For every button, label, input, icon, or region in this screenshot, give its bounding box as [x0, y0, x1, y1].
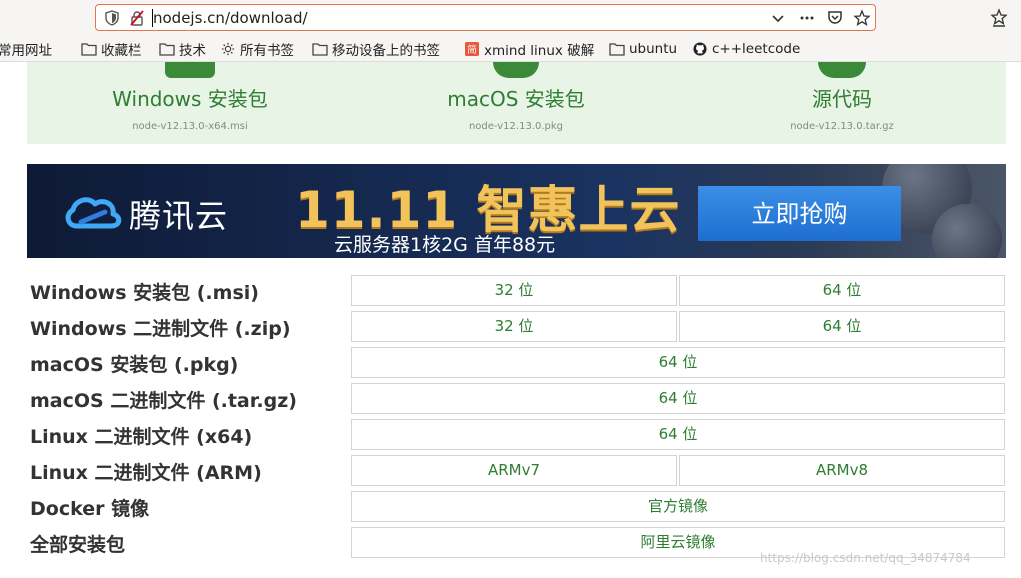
- download-link[interactable]: 64 位: [351, 383, 1005, 414]
- folder-icon: [609, 43, 625, 56]
- url-bar[interactable]: nodejs.cn/download/: [95, 4, 876, 31]
- download-source-code[interactable]: 源代码 node-v12.13.0.tar.gz: [679, 62, 1005, 144]
- bookmark-folder-ubuntu[interactable]: ubuntu: [609, 40, 677, 58]
- svg-text:简: 简: [467, 44, 477, 56]
- bookmark-label: 所有书签: [240, 43, 294, 59]
- table-row: Docker 镜像 官方镜像: [27, 491, 1006, 523]
- table-row: macOS 安装包 (.pkg) 64 位: [27, 347, 1006, 379]
- page-content: Windows 安装包 node-v12.13.0-x64.msi macOS …: [0, 62, 1021, 578]
- download-link[interactable]: 64 位: [679, 311, 1005, 342]
- folder-icon: [81, 43, 97, 56]
- download-link[interactable]: 64 位: [679, 275, 1005, 306]
- download-title: 源代码: [812, 87, 872, 111]
- bookmark-folder-tech[interactable]: 技术: [159, 40, 206, 59]
- download-link[interactable]: 官方镜像: [351, 491, 1005, 522]
- more-actions-icon[interactable]: [798, 9, 816, 27]
- bookmark-label: 移动设备上的书签: [332, 43, 440, 59]
- bookmark-label: 收藏栏: [101, 43, 142, 59]
- browser-toolbar: nodejs.cn/download/: [0, 0, 1021, 37]
- folder-icon: [312, 43, 328, 56]
- download-link[interactable]: 32 位: [351, 275, 677, 306]
- tencent-cloud-logo-icon: [65, 197, 122, 229]
- download-filename: node-v12.13.0-x64.msi: [132, 121, 248, 132]
- bookmark-label: 技术: [179, 43, 206, 59]
- banner-brand: 腾讯云: [129, 197, 229, 235]
- download-link[interactable]: 32 位: [351, 311, 677, 342]
- row-label: Linux 二进制文件 (x64): [30, 426, 253, 448]
- download-macos-installer[interactable]: macOS 安装包 node-v12.13.0.pkg: [353, 62, 679, 144]
- bookmarks-menu-icon[interactable]: [989, 8, 1009, 28]
- bookmark-label: c++leetcode: [712, 41, 801, 57]
- download-link[interactable]: ARMv8: [679, 455, 1005, 486]
- table-row: Linux 二进制文件 (ARM) ARMv7 ARMv8: [27, 455, 1006, 487]
- bookmark-label: 常用网址: [0, 43, 52, 59]
- insecure-lock-icon[interactable]: [129, 10, 145, 26]
- row-label: 全部安装包: [30, 534, 126, 556]
- bookmark-folder-favorites[interactable]: 收藏栏: [81, 40, 142, 59]
- download-title: macOS 安装包: [447, 87, 585, 111]
- banner-subtitle: 云服务器1核2G 首年88元: [334, 234, 556, 256]
- download-filename: node-v12.13.0.tar.gz: [790, 121, 894, 132]
- source-box-icon: [818, 62, 866, 78]
- download-options-panel: Windows 安装包 node-v12.13.0-x64.msi macOS …: [27, 62, 1006, 144]
- apple-icon: [493, 62, 539, 78]
- shield-icon[interactable]: [104, 10, 120, 26]
- download-windows-installer[interactable]: Windows 安装包 node-v12.13.0-x64.msi: [27, 62, 353, 144]
- row-label: Linux 二进制文件 (ARM): [30, 462, 262, 484]
- jianshu-icon: 简: [465, 42, 479, 56]
- watermark: https://blog.csdn.net/qq_34874784: [760, 551, 971, 565]
- bookmark-label: ubuntu: [629, 41, 678, 57]
- bookmark-leetcode[interactable]: c++leetcode: [692, 40, 800, 58]
- bookmark-folder-mobile[interactable]: 移动设备上的书签: [312, 40, 440, 59]
- download-filename: node-v12.13.0.pkg: [468, 121, 564, 132]
- row-label: Windows 二进制文件 (.zip): [30, 318, 291, 340]
- download-link[interactable]: 64 位: [351, 419, 1005, 450]
- bookmark-folder-common[interactable]: 常用网址: [0, 40, 52, 59]
- gear-icon: [221, 42, 235, 56]
- windows-icon: [165, 62, 215, 78]
- row-label: Docker 镜像: [30, 498, 150, 520]
- pocket-icon[interactable]: [826, 9, 844, 27]
- row-label: macOS 二进制文件 (.tar.gz): [30, 390, 297, 412]
- table-row: Windows 二进制文件 (.zip) 32 位 64 位: [27, 311, 1006, 343]
- download-link[interactable]: 64 位: [351, 347, 1005, 378]
- tencent-cloud-ad-banner[interactable]: 腾讯云 11.11 智惠上云 云服务器1核2G 首年88元 立即抢购: [27, 164, 1006, 258]
- bookmark-label: xmind linux 破解: [484, 43, 595, 59]
- download-title: Windows 安装包: [112, 87, 268, 111]
- row-label: Windows 安装包 (.msi): [30, 282, 259, 304]
- url-text[interactable]: nodejs.cn/download/: [153, 10, 308, 26]
- bookmark-all-bookmarks[interactable]: 所有书签: [220, 40, 294, 59]
- github-icon: [693, 42, 707, 56]
- table-row: macOS 二进制文件 (.tar.gz) 64 位: [27, 383, 1006, 415]
- folder-icon: [159, 43, 175, 56]
- row-label: macOS 安装包 (.pkg): [30, 354, 239, 376]
- bookmark-xmind[interactable]: 简 xmind linux 破解: [464, 40, 595, 59]
- bookmark-star-icon[interactable]: [853, 9, 871, 27]
- table-row: Linux 二进制文件 (x64) 64 位: [27, 419, 1006, 451]
- table-row: Windows 安装包 (.msi) 32 位 64 位: [27, 275, 1006, 307]
- bookmarks-toolbar: 常用网址 收藏栏 技术 所有书签 移动设备上的书签 简 xmind linux …: [0, 37, 1021, 62]
- decorative-sphere: [932, 204, 1002, 258]
- download-link[interactable]: ARMv7: [351, 455, 677, 486]
- chevron-down-icon[interactable]: [769, 9, 787, 27]
- buy-now-button[interactable]: 立即抢购: [698, 186, 901, 241]
